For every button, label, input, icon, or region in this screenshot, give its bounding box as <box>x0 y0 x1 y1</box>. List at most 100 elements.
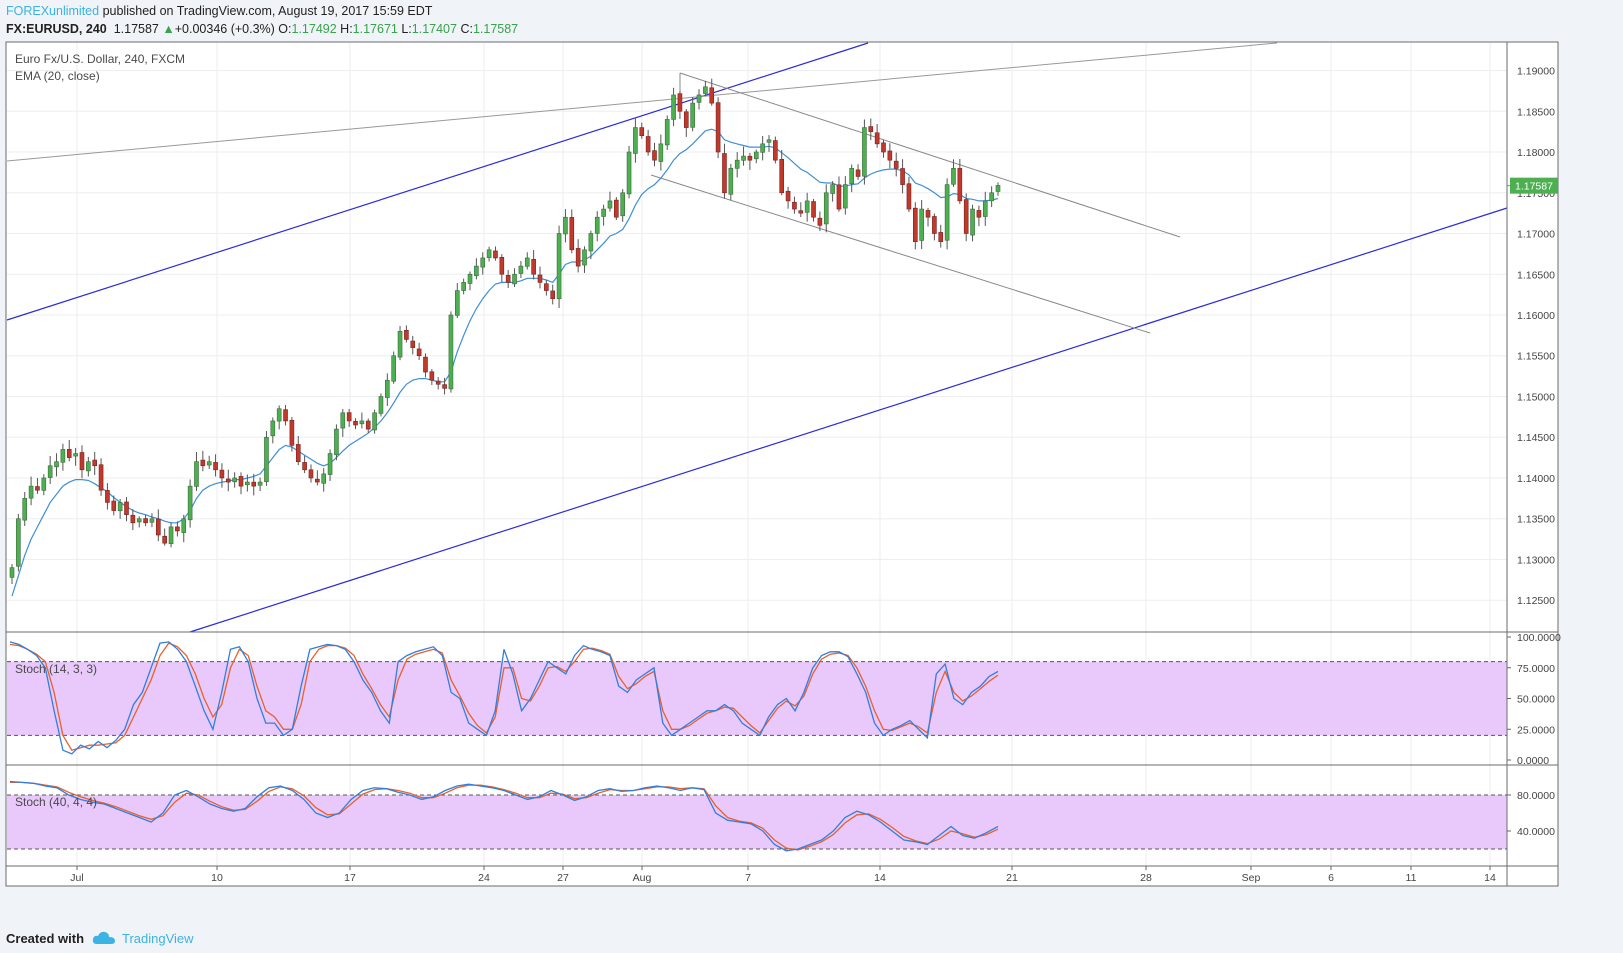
candle-body-50 <box>327 453 333 475</box>
candle-body-132 <box>849 168 854 185</box>
footer: Created with TradingView <box>6 928 194 948</box>
candle-body-119 <box>766 139 772 143</box>
candle-body-91 <box>588 233 594 252</box>
candle-body-98 <box>633 127 638 154</box>
candle-body-5 <box>41 477 47 491</box>
candle-body-155 <box>995 185 1001 192</box>
candle-body-14 <box>98 464 104 491</box>
candle-body-6 <box>47 465 53 478</box>
candle-body-103 <box>664 119 670 146</box>
candle-body-58 <box>378 396 384 414</box>
candle-body-127 <box>817 217 823 226</box>
candle-body-121 <box>779 159 785 194</box>
price-tick-6: 1.16000 <box>1517 310 1555 322</box>
candle-body-19 <box>130 514 136 524</box>
time-tick-9: 28 <box>1140 872 1152 884</box>
candle-51 <box>334 424 339 461</box>
candle-body-94 <box>607 200 613 209</box>
candle-body-51 <box>334 428 339 456</box>
stoch1-tick-2: 50.0000 <box>1517 694 1555 706</box>
candle-body-48 <box>315 478 320 483</box>
candle-body-140 <box>900 168 905 185</box>
candle-body-59 <box>385 379 390 398</box>
time-tick-7: 14 <box>874 872 886 884</box>
candle-body-117 <box>753 151 759 160</box>
candle-body-20 <box>136 518 142 523</box>
candle-body-36 <box>238 476 244 487</box>
candle-body-53 <box>346 412 352 422</box>
candle-body-56 <box>365 420 371 430</box>
candle-body-37 <box>245 481 250 486</box>
time-tick-3: 24 <box>478 872 490 884</box>
stoch2-band-fill <box>7 795 1507 849</box>
time-tick-6: 7 <box>745 872 751 884</box>
candle-body-129 <box>830 184 835 194</box>
candle-body-100 <box>645 136 651 153</box>
candle-body-15 <box>105 490 110 503</box>
candle-body-8 <box>60 449 66 463</box>
candle-body-102 <box>658 143 664 162</box>
price-tick-7: 1.15500 <box>1517 351 1555 363</box>
candle-body-28 <box>187 485 193 521</box>
candle-body-40 <box>264 436 269 483</box>
price-tick-11: 1.13500 <box>1517 514 1555 526</box>
candle-body-110 <box>709 87 715 104</box>
candle-body-118 <box>760 143 765 153</box>
price-tick-8: 1.15000 <box>1517 391 1555 403</box>
time-tick-13: 14 <box>1484 872 1496 884</box>
candle-body-126 <box>811 201 816 218</box>
candle-body-32 <box>213 462 218 471</box>
candle-body-79 <box>512 273 517 285</box>
candle-body-144 <box>925 210 931 218</box>
candle-body-125 <box>804 200 810 213</box>
candle-body-136 <box>874 132 880 145</box>
candle-body-3 <box>28 485 34 499</box>
candle-body-18 <box>124 501 129 515</box>
candle-body-25 <box>168 526 174 545</box>
candle-body-97 <box>626 151 632 195</box>
candle-body-77 <box>499 257 505 275</box>
tradingview-link[interactable]: TradingView <box>92 931 194 946</box>
candle-40 <box>264 431 269 486</box>
candle-body-62 <box>404 329 409 340</box>
chart-area[interactable]: 1.190001.185001.180001.175001.170001.165… <box>0 0 1623 925</box>
candle-60 <box>391 351 396 384</box>
candle-body-69 <box>448 314 454 390</box>
candle-body-105 <box>677 93 683 112</box>
candle-body-138 <box>887 150 893 161</box>
candle-body-17 <box>117 502 123 512</box>
candle-body-108 <box>696 94 702 103</box>
candle-body-45 <box>295 444 301 462</box>
candle-body-78 <box>505 274 511 283</box>
stoch1-tick-1: 75.0000 <box>1517 663 1555 675</box>
candle-body-52 <box>340 412 346 429</box>
candle-body-120 <box>773 140 778 161</box>
candle-body-31 <box>206 461 212 466</box>
candle-body-44 <box>289 420 295 446</box>
candle-body-1 <box>16 518 21 567</box>
candle-body-89 <box>575 248 581 267</box>
price-tick-0: 1.19000 <box>1517 66 1555 78</box>
candle-body-113 <box>728 168 734 195</box>
candle-body-84 <box>544 283 549 291</box>
main-legend-ema: EMA (20, close) <box>15 69 100 83</box>
time-tick-0: Jul <box>70 872 83 884</box>
candle-body-87 <box>563 216 568 235</box>
candle-134 <box>862 119 867 185</box>
candle-body-23 <box>156 518 161 536</box>
tradingview-brand[interactable]: TradingView <box>122 931 194 946</box>
candle-body-57 <box>372 412 377 431</box>
stoch1-band-fill <box>7 661 1507 736</box>
candle-body-39 <box>257 481 263 486</box>
candle-body-99 <box>639 127 645 137</box>
price-tick-4: 1.17000 <box>1517 229 1555 241</box>
candle-body-61 <box>397 330 403 358</box>
last-price-value: 1.17587 <box>1515 181 1553 193</box>
candle-body-83 <box>537 274 543 283</box>
candle-86 <box>556 225 562 308</box>
candle-body-4 <box>35 486 40 491</box>
candle-body-42 <box>276 408 282 422</box>
candle-body-43 <box>283 409 288 422</box>
candle-95 <box>614 197 619 221</box>
candle-body-95 <box>614 199 619 218</box>
